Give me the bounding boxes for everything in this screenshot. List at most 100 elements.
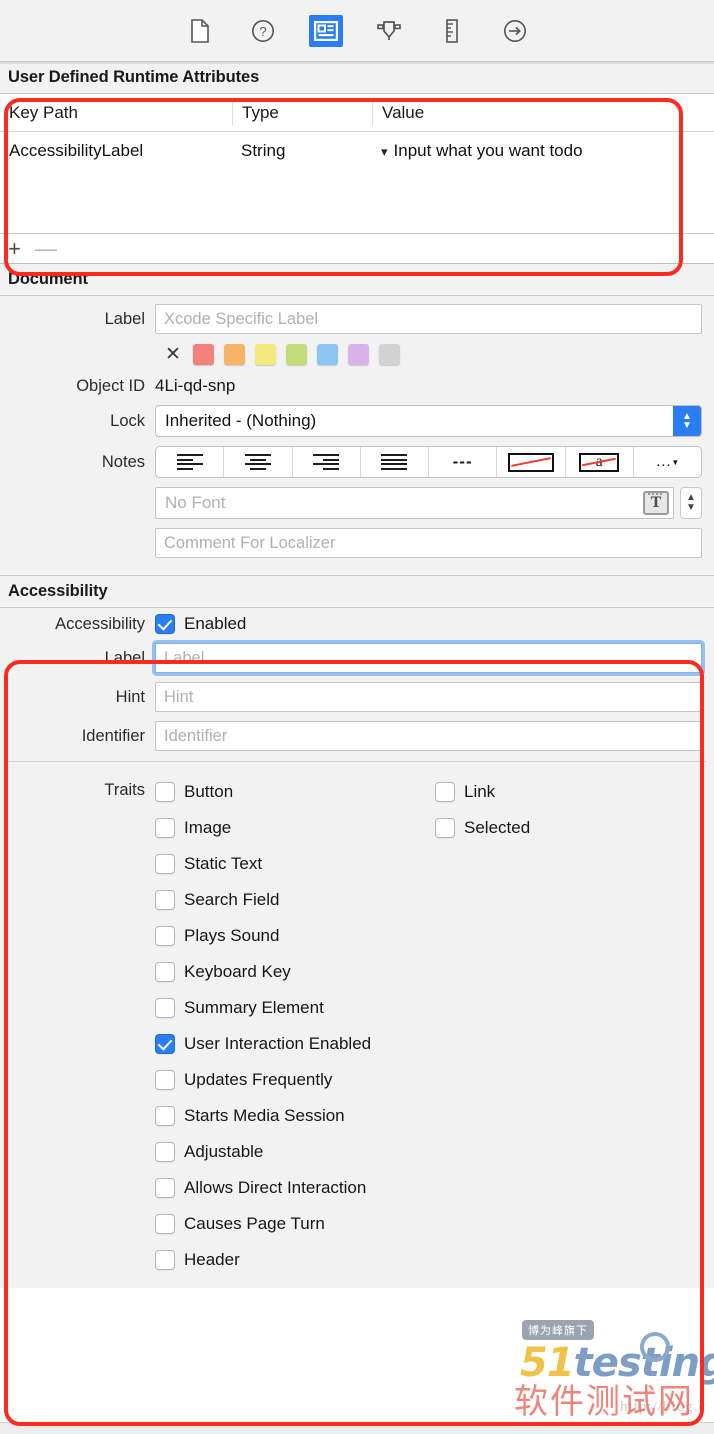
file-inspector-icon[interactable] xyxy=(183,15,217,47)
swatch-orange[interactable] xyxy=(223,344,245,365)
trait-label: Static Text xyxy=(184,854,263,873)
trait-row[interactable]: Static Text xyxy=(155,846,435,882)
trait-row[interactable]: Starts Media Session xyxy=(155,1098,435,1134)
trait-checkbox[interactable] xyxy=(155,1106,175,1126)
trait-row[interactable]: Header xyxy=(155,1242,435,1278)
swatch-purple[interactable] xyxy=(347,344,369,365)
table-footer: + — xyxy=(0,234,714,264)
align-left-icon[interactable] xyxy=(156,447,225,477)
trait-checkbox[interactable] xyxy=(155,998,175,1018)
trait-row[interactable]: Allows Direct Interaction xyxy=(155,1170,435,1206)
lock-caption: Lock xyxy=(110,411,145,430)
trait-label: Summary Element xyxy=(184,998,324,1017)
accessibility-enabled-row: Accessibility Enabled xyxy=(0,614,714,634)
clear-color-icon[interactable]: ✕ xyxy=(165,343,181,366)
dashes-icon[interactable]: --- xyxy=(429,447,498,477)
trait-checkbox[interactable] xyxy=(155,1070,175,1090)
align-right-icon[interactable] xyxy=(292,447,361,477)
trait-row[interactable]: Selected xyxy=(435,810,714,846)
chevron-updown-icon[interactable]: ▲ ▼ xyxy=(673,406,701,436)
trait-checkbox[interactable] xyxy=(155,1214,175,1234)
swatch-gray[interactable] xyxy=(378,344,400,365)
accessibility-enabled-checkbox-group[interactable]: Enabled xyxy=(155,614,246,634)
accessibility-hint-input[interactable]: Hint xyxy=(155,682,702,712)
table-header-row: Key Path Type Value xyxy=(0,94,714,132)
document-header-band: Document xyxy=(0,264,714,296)
watermark-logo: 51testing xyxy=(520,1340,714,1386)
trait-row[interactable]: Plays Sound xyxy=(155,918,435,954)
swatch-green[interactable] xyxy=(285,344,307,365)
trait-row[interactable]: User Interaction Enabled xyxy=(155,1026,435,1062)
font-stepper[interactable]: ▲ ▼ xyxy=(680,487,702,519)
trait-checkbox[interactable] xyxy=(155,818,175,838)
trait-label: Search Field xyxy=(184,890,280,909)
trait-row[interactable]: Summary Element xyxy=(155,990,435,1026)
trait-checkbox[interactable] xyxy=(155,1250,175,1270)
document-label-caption: Label xyxy=(104,309,145,328)
swatch-red[interactable] xyxy=(192,344,214,365)
no-font-a-icon[interactable]: a xyxy=(565,447,634,477)
connections-inspector-icon[interactable] xyxy=(498,15,532,47)
accessibility-identifier-caption: Identifier xyxy=(81,726,145,745)
align-justify-icon[interactable] xyxy=(360,447,429,477)
notes-a-text: a xyxy=(595,453,603,470)
align-center-icon[interactable] xyxy=(224,447,293,477)
trait-checkbox[interactable] xyxy=(155,1178,175,1198)
trait-row[interactable]: Keyboard Key xyxy=(155,954,435,990)
watermark-badge: 博为峰旗下 xyxy=(522,1320,594,1340)
inspector-toolbar: ? xyxy=(0,0,714,64)
accessibility-label-input[interactable]: Label xyxy=(155,643,702,673)
trait-checkbox[interactable] xyxy=(435,782,455,802)
add-attribute-button[interactable]: + xyxy=(8,237,21,260)
trait-checkbox[interactable] xyxy=(155,1142,175,1162)
accessibility-identifier-input[interactable]: Identifier xyxy=(155,721,702,751)
runtime-attributes-table: Key Path Type Value AccessibilityLabel S… xyxy=(0,94,714,264)
trait-checkbox[interactable] xyxy=(155,926,175,946)
trait-checkbox[interactable] xyxy=(155,890,175,910)
document-title: Document xyxy=(8,270,88,288)
swatch-yellow[interactable] xyxy=(254,344,276,365)
trait-checkbox[interactable] xyxy=(155,854,175,874)
more-options-text: … xyxy=(655,453,672,470)
quick-help-icon[interactable]: ? xyxy=(246,15,280,47)
attributes-inspector-icon[interactable] xyxy=(372,15,406,47)
trait-checkbox[interactable] xyxy=(155,1034,175,1054)
label-color-swatches: ✕ xyxy=(0,343,714,366)
trait-checkbox[interactable] xyxy=(155,782,175,802)
value-stepper-icon[interactable]: ▾ xyxy=(381,145,388,158)
cell-type[interactable]: String xyxy=(232,139,372,163)
font-panel-icon[interactable]: T xyxy=(643,491,669,515)
trait-label: Causes Page Turn xyxy=(184,1214,325,1233)
document-label-input[interactable]: Xcode Specific Label xyxy=(155,304,702,334)
trait-row[interactable]: Updates Frequently xyxy=(155,1062,435,1098)
size-inspector-icon[interactable] xyxy=(435,15,469,47)
trait-row[interactable]: Causes Page Turn xyxy=(155,1206,435,1242)
trait-row[interactable]: Adjustable xyxy=(155,1134,435,1170)
lock-popup-button[interactable]: Inherited - (Nothing) ▲ ▼ xyxy=(155,405,702,437)
identity-inspector-icon[interactable] xyxy=(308,14,343,47)
trait-row[interactable]: Link xyxy=(435,774,714,810)
trait-row[interactable]: Image xyxy=(155,810,435,846)
font-input[interactable]: No Font T xyxy=(155,487,674,519)
swatch-blue[interactable] xyxy=(316,344,338,365)
accessibility-hint-row: Hint Hint xyxy=(0,682,714,712)
object-id-value: 4Li-qd-snp xyxy=(155,376,236,395)
no-color-box-icon[interactable] xyxy=(497,447,566,477)
cell-key-path[interactable]: AccessibilityLabel xyxy=(0,141,232,161)
lock-popup-value: Inherited - (Nothing) xyxy=(165,411,317,430)
more-options-icon[interactable]: … ▼ xyxy=(633,447,701,477)
accessibility-enabled-checkbox[interactable] xyxy=(155,614,175,634)
cell-value[interactable]: ▾ Input what you want todo xyxy=(372,139,714,163)
trait-checkbox[interactable] xyxy=(435,818,455,838)
accessibility-hint-caption: Hint xyxy=(115,687,145,706)
remove-attribute-button[interactable]: — xyxy=(35,237,57,260)
table-row[interactable]: AccessibilityLabel String ▾ Input what y… xyxy=(0,132,714,170)
trait-row[interactable]: Search Field xyxy=(155,882,435,918)
comment-for-localizer-input[interactable]: Comment For Localizer xyxy=(155,528,702,558)
trait-checkbox[interactable] xyxy=(155,962,175,982)
notes-caption: Notes xyxy=(101,452,145,471)
trait-label: Allows Direct Interaction xyxy=(184,1178,367,1197)
accessibility-enabled-caption: Accessibility xyxy=(55,614,145,633)
notes-segmented-control: --- a … ▼ xyxy=(155,446,702,478)
trait-row[interactable]: Button xyxy=(155,774,435,810)
